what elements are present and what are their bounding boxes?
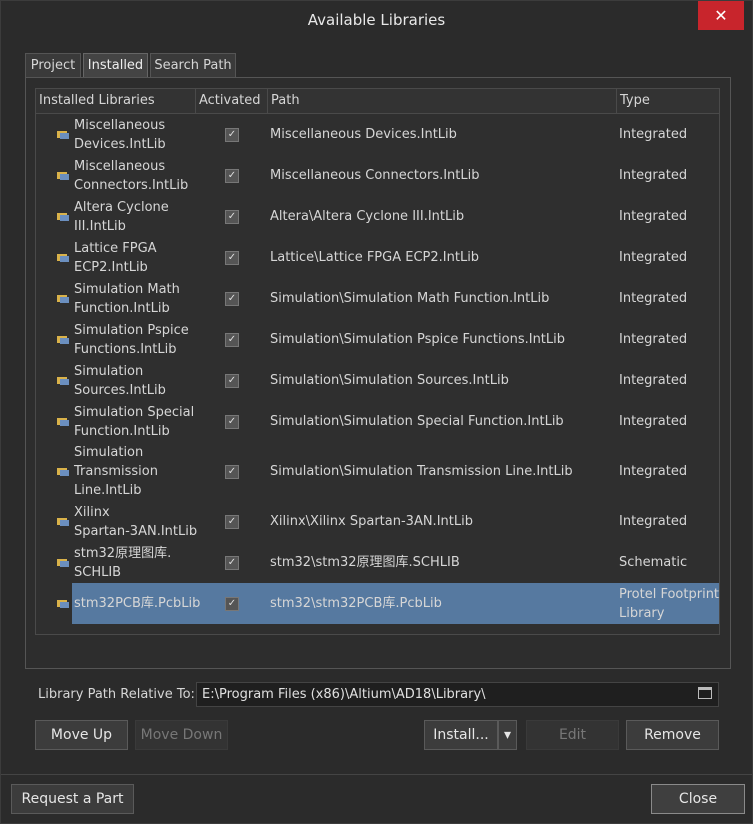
integrated-library-icon bbox=[56, 129, 70, 141]
library-type: Schematic bbox=[619, 555, 688, 570]
table-row[interactable]: Altera Cyclone III.IntLib ✓ Altera\Altera … bbox=[36, 196, 719, 237]
activated-checkbox[interactable]: ✓ bbox=[225, 596, 239, 611]
table-row[interactable]: Miscellaneous Connectors.IntLib ✓ Miscella… bbox=[36, 155, 719, 196]
tab-installed[interactable]: Installed bbox=[83, 53, 148, 77]
library-type: Integrated bbox=[619, 514, 688, 529]
table-header: Installed Libraries Activated Path Type bbox=[36, 89, 719, 114]
table-row[interactable]: Simulation Pspice Functions.IntLib ✓ Simul… bbox=[36, 319, 719, 360]
move-up-button[interactable]: Move Up bbox=[35, 720, 128, 750]
install-button[interactable]: Install... bbox=[424, 720, 498, 750]
library-path: Miscellaneous Connectors.IntLib bbox=[270, 168, 480, 183]
activated-checkbox[interactable]: ✓ bbox=[225, 332, 239, 347]
table-row[interactable]: Simulation Sources.IntLib ✓ Simulation\Sim… bbox=[36, 360, 719, 401]
library-type: Integrated bbox=[619, 464, 688, 479]
schematic-library-icon bbox=[56, 557, 70, 569]
library-name: stm32PCB库.PcbLib bbox=[74, 596, 201, 611]
column-header-activated[interactable]: Activated bbox=[196, 89, 268, 113]
library-name: Simulation Math Function.IntLib bbox=[74, 281, 180, 316]
library-path: Miscellaneous Devices.IntLib bbox=[270, 127, 457, 142]
library-path: Simulation\Simulation Sources.IntLib bbox=[270, 373, 509, 388]
library-type: Integrated bbox=[619, 373, 688, 388]
library-name: Lattice FPGA ECP2.IntLib bbox=[74, 240, 157, 275]
tab-project[interactable]: Project bbox=[25, 53, 81, 77]
activated-checkbox[interactable]: ✓ bbox=[225, 514, 239, 529]
integrated-library-icon bbox=[56, 170, 70, 182]
activated-checkbox[interactable]: ✓ bbox=[225, 291, 239, 306]
column-header-type[interactable]: Type bbox=[617, 89, 719, 113]
activated-checkbox[interactable]: ✓ bbox=[225, 209, 239, 224]
library-name: Simulation Special Function.IntLib bbox=[74, 404, 195, 439]
activated-checkbox[interactable]: ✓ bbox=[225, 168, 239, 183]
install-dropdown-button[interactable]: ▾ bbox=[498, 720, 517, 750]
library-name: Miscellaneous Devices.IntLib bbox=[74, 117, 166, 152]
dialog-title: Available Libraries bbox=[307, 11, 446, 29]
library-path: Lattice\Lattice FPGA ECP2.IntLib bbox=[270, 250, 480, 265]
installed-libraries-table: Installed Libraries Activated Path Type … bbox=[35, 88, 720, 635]
integrated-library-icon bbox=[56, 516, 70, 528]
table-row[interactable]: stm32原理图库. SCHLIB ✓ stm32\stm32原理图库.SCHLIB… bbox=[36, 542, 719, 583]
library-type: Protel Footprint Library bbox=[619, 586, 720, 621]
library-name: stm32原理图库. SCHLIB bbox=[74, 545, 172, 580]
library-type: Integrated bbox=[619, 332, 688, 347]
activated-checkbox[interactable]: ✓ bbox=[225, 250, 239, 265]
library-type: Integrated bbox=[619, 291, 688, 306]
library-path-field[interactable]: E:\Program Files (x86)\Altium\AD18\Libra… bbox=[196, 682, 719, 707]
integrated-library-icon bbox=[56, 252, 70, 264]
library-path: Xilinx\Xilinx Spartan-3AN.IntLib bbox=[270, 514, 473, 529]
library-name: Miscellaneous Connectors.IntLib bbox=[74, 158, 189, 193]
close-window-icon[interactable]: ✕ bbox=[698, 1, 744, 30]
activated-checkbox[interactable]: ✓ bbox=[225, 127, 239, 142]
library-path-label: Library Path Relative To: bbox=[38, 687, 195, 702]
table-row[interactable]: stm32PCB库.PcbLib ✓ stm32\stm32PCB库.PcbLib P… bbox=[36, 583, 719, 624]
table-row[interactable]: Lattice FPGA ECP2.IntLib ✓ Lattice\Lattice… bbox=[36, 237, 719, 278]
library-path: stm32\stm32PCB库.PcbLib bbox=[270, 596, 442, 611]
edit-button[interactable]: Edit bbox=[526, 720, 619, 750]
integrated-library-icon bbox=[56, 466, 70, 478]
library-path: Simulation\Simulation Math Function.IntL… bbox=[270, 291, 550, 306]
table-row[interactable]: Miscellaneous Devices.IntLib ✓ Miscellaneo… bbox=[36, 114, 719, 155]
title-bar: Available Libraries ✕ bbox=[1, 1, 752, 39]
tab-search-path[interactable]: Search Path bbox=[150, 53, 236, 77]
integrated-library-icon bbox=[56, 211, 70, 223]
close-button[interactable]: Close bbox=[651, 784, 745, 814]
request-part-button[interactable]: Request a Part bbox=[11, 784, 134, 814]
footer-divider bbox=[1, 774, 752, 775]
activated-checkbox[interactable]: ✓ bbox=[225, 373, 239, 388]
library-name: Xilinx Spartan-3AN.IntLib bbox=[74, 504, 198, 539]
column-header-installed-libraries[interactable]: Installed Libraries bbox=[36, 89, 196, 113]
column-header-path[interactable]: Path bbox=[268, 89, 617, 113]
activated-checkbox[interactable]: ✓ bbox=[225, 555, 239, 570]
library-path: stm32\stm32原理图库.SCHLIB bbox=[270, 555, 460, 570]
library-type: Integrated bbox=[619, 168, 688, 183]
integrated-library-icon bbox=[56, 293, 70, 305]
library-name: Simulation Sources.IntLib bbox=[74, 363, 166, 398]
table-row[interactable]: Simulation Transmission Line.IntLib ✓ Simu… bbox=[36, 442, 719, 501]
activated-checkbox[interactable]: ✓ bbox=[225, 414, 239, 429]
library-path: Simulation\Simulation Pspice Functions.I… bbox=[270, 332, 566, 347]
table-row[interactable]: Simulation Special Function.IntLib ✓ Simul… bbox=[36, 401, 719, 442]
folder-browse-icon[interactable] bbox=[698, 687, 712, 699]
library-type: Integrated bbox=[619, 250, 688, 265]
integrated-library-icon bbox=[56, 375, 70, 387]
library-type: Integrated bbox=[619, 127, 688, 142]
library-name: Simulation Pspice Functions.IntLib bbox=[74, 322, 189, 357]
remove-button[interactable]: Remove bbox=[626, 720, 719, 750]
library-path: Altera\Altera Cyclone III.IntLib bbox=[270, 209, 465, 224]
library-name: Simulation Transmission Line.IntLib bbox=[74, 445, 158, 498]
library-path: Simulation\Simulation Special Function.I… bbox=[270, 414, 564, 429]
integrated-library-icon bbox=[56, 334, 70, 346]
move-down-button[interactable]: Move Down bbox=[135, 720, 228, 750]
library-type: Integrated bbox=[619, 414, 688, 429]
pcb-library-icon bbox=[56, 598, 70, 610]
library-path: Simulation\Simulation Transmission Line.… bbox=[270, 464, 573, 479]
table-row[interactable]: Simulation Math Function.IntLib ✓ Simulati… bbox=[36, 278, 719, 319]
activated-checkbox[interactable]: ✓ bbox=[225, 464, 239, 479]
library-name: Altera Cyclone III.IntLib bbox=[74, 199, 169, 234]
library-type: Integrated bbox=[619, 209, 688, 224]
table-row[interactable]: Xilinx Spartan-3AN.IntLib ✓ Xilinx\Xilinx … bbox=[36, 501, 719, 542]
integrated-library-icon bbox=[56, 416, 70, 428]
available-libraries-dialog: Available Libraries ✕ Project Installed … bbox=[0, 0, 753, 824]
